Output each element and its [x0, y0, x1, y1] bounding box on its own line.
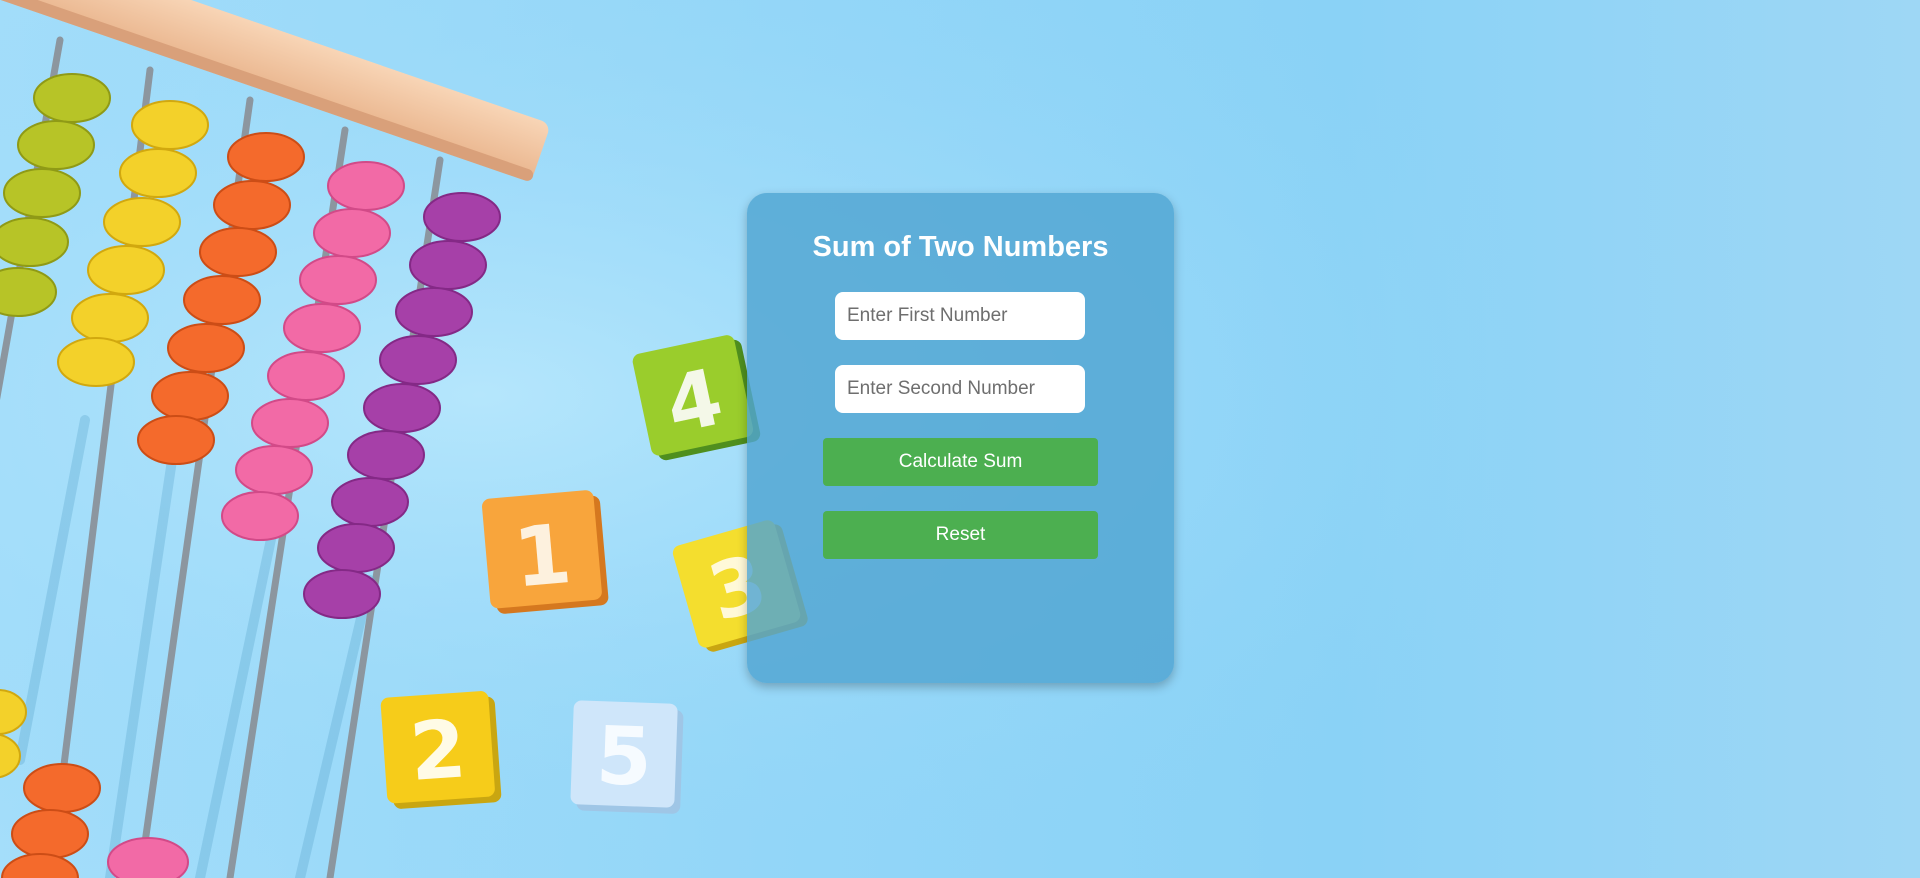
second-number-input[interactable]	[835, 365, 1085, 413]
svg-text:1: 1	[510, 507, 575, 607]
form-title: Sum of Two Numbers	[812, 231, 1109, 263]
reset-button[interactable]: Reset	[823, 511, 1098, 559]
calculate-sum-button[interactable]: Calculate Sum	[823, 438, 1098, 486]
first-number-input[interactable]	[835, 292, 1085, 340]
sum-calculator-card: Sum of Two Numbers Calculate Sum Reset	[747, 193, 1174, 683]
svg-text:2: 2	[407, 702, 469, 799]
svg-text:5: 5	[595, 709, 654, 804]
page: 4 1 3 2 5 Sum of Two Numbers Enter First…	[0, 0, 1920, 878]
